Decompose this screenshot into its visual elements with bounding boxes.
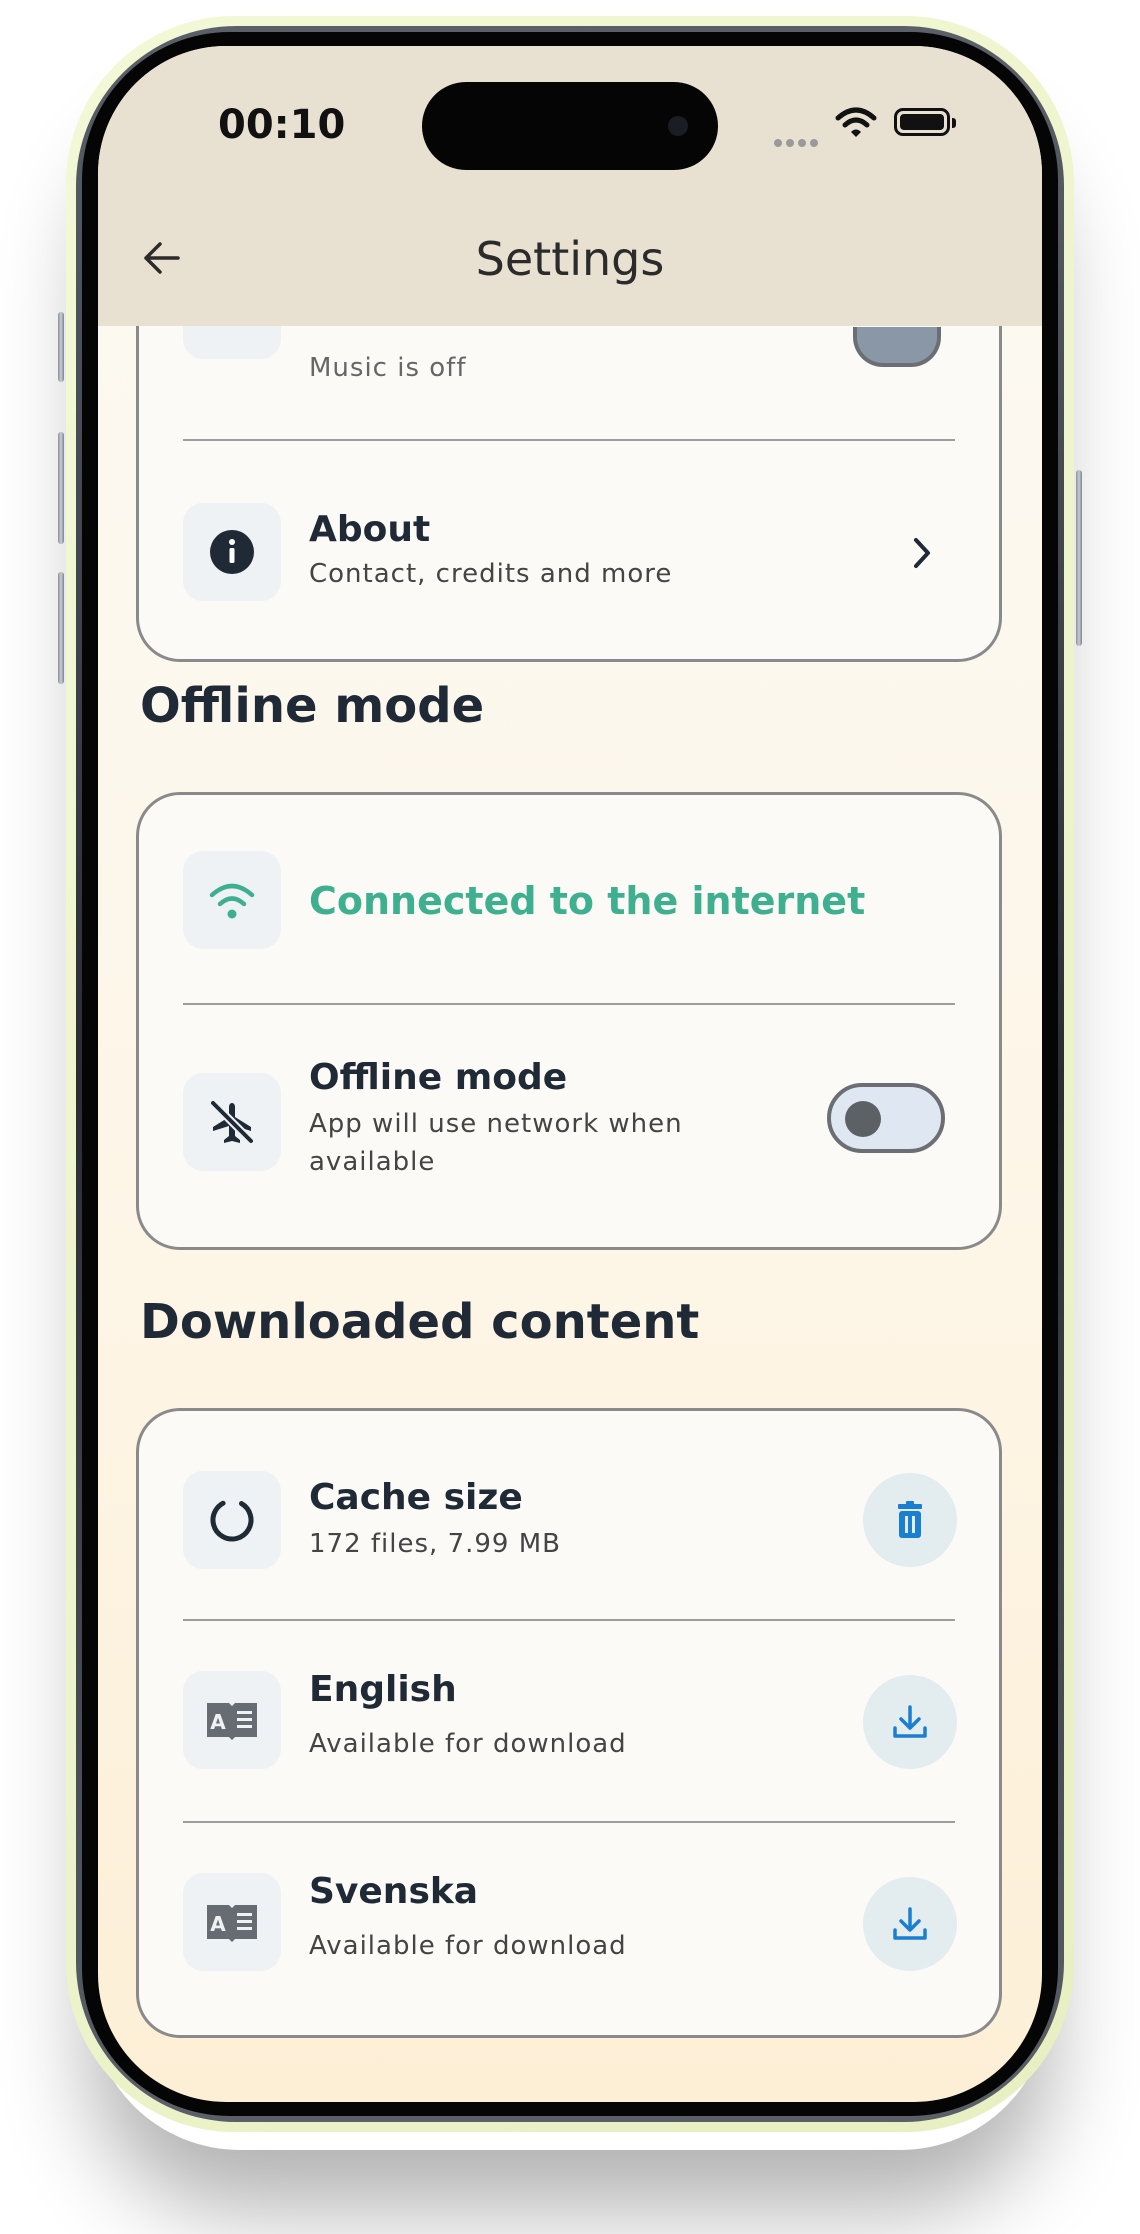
connection-status-label: Connected to the internet: [309, 879, 866, 923]
about-title: About: [309, 509, 431, 550]
section-title-offline: Offline mode: [140, 678, 485, 734]
svenska-title: Svenska: [309, 1871, 479, 1912]
about-row[interactable]: About Contact, credits and more: [139, 441, 999, 661]
offline-mode-row[interactable]: Offline mode App will use network when a…: [139, 1005, 999, 1245]
language-row-svenska[interactable]: A Svenska Available for download: [139, 1823, 999, 2033]
info-icon: [183, 503, 281, 601]
battery-icon: [894, 108, 956, 136]
english-title: English: [309, 1669, 457, 1710]
chevron-right-icon: [914, 538, 930, 568]
status-time: 00:10: [218, 102, 346, 148]
book-language-icon: A: [183, 1671, 281, 1769]
svg-text:A: A: [210, 1912, 226, 1936]
app-header: 00:10 Settings: [98, 46, 1042, 326]
volume-up-button: [58, 432, 64, 544]
airplane-off-icon: [183, 1073, 281, 1171]
page-title: Settings: [475, 232, 665, 286]
clear-cache-button[interactable]: [863, 1473, 957, 1567]
section-title-downloaded: Downloaded content: [140, 1294, 700, 1350]
volume-down-button: [58, 572, 64, 684]
downloaded-card: Cache size 172 files, 7.99 MB A English …: [136, 1408, 1002, 2038]
cache-row: Cache size 172 files, 7.99 MB: [139, 1411, 999, 1621]
screen: Music is off About Contact, credits and …: [98, 46, 1042, 2102]
english-subtitle: Available for download: [309, 1729, 627, 1759]
about-subtitle: Contact, credits and more: [309, 559, 673, 589]
download-icon: [893, 1907, 927, 1940]
book-language-icon: A: [183, 1873, 281, 1971]
download-english-button[interactable]: [863, 1675, 957, 1769]
wifi-icon: [183, 851, 281, 949]
loading-ring-icon: [183, 1471, 281, 1569]
action-button: [58, 312, 64, 382]
camera-icon: [668, 116, 688, 136]
svg-text:A: A: [210, 1710, 226, 1734]
svenska-subtitle: Available for download: [309, 1931, 627, 1961]
music-row-subtitle: Music is off: [309, 353, 467, 383]
offline-mode-title: Offline mode: [309, 1057, 568, 1098]
cache-title: Cache size: [309, 1477, 523, 1518]
music-toggle[interactable]: [853, 327, 941, 367]
power-button: [1076, 470, 1082, 646]
signal-icon: [774, 132, 822, 151]
language-row-english[interactable]: A English Available for download: [139, 1621, 999, 1821]
offline-mode-toggle[interactable]: [827, 1083, 945, 1153]
connection-row: Connected to the internet: [139, 795, 999, 1005]
toggle-knob: [845, 1101, 881, 1137]
offline-card: Connected to the internet Offline mode A…: [136, 792, 1002, 1250]
trash-icon: [898, 1501, 922, 1538]
download-svenska-button[interactable]: [863, 1877, 957, 1971]
cache-subtitle: 172 files, 7.99 MB: [309, 1529, 561, 1559]
offline-mode-subtitle-line2: available: [309, 1147, 436, 1177]
offline-mode-subtitle-line1: App will use network when: [309, 1109, 683, 1139]
download-icon: [893, 1705, 927, 1738]
wifi-status-icon: [835, 107, 877, 137]
dynamic-island: [422, 82, 718, 170]
